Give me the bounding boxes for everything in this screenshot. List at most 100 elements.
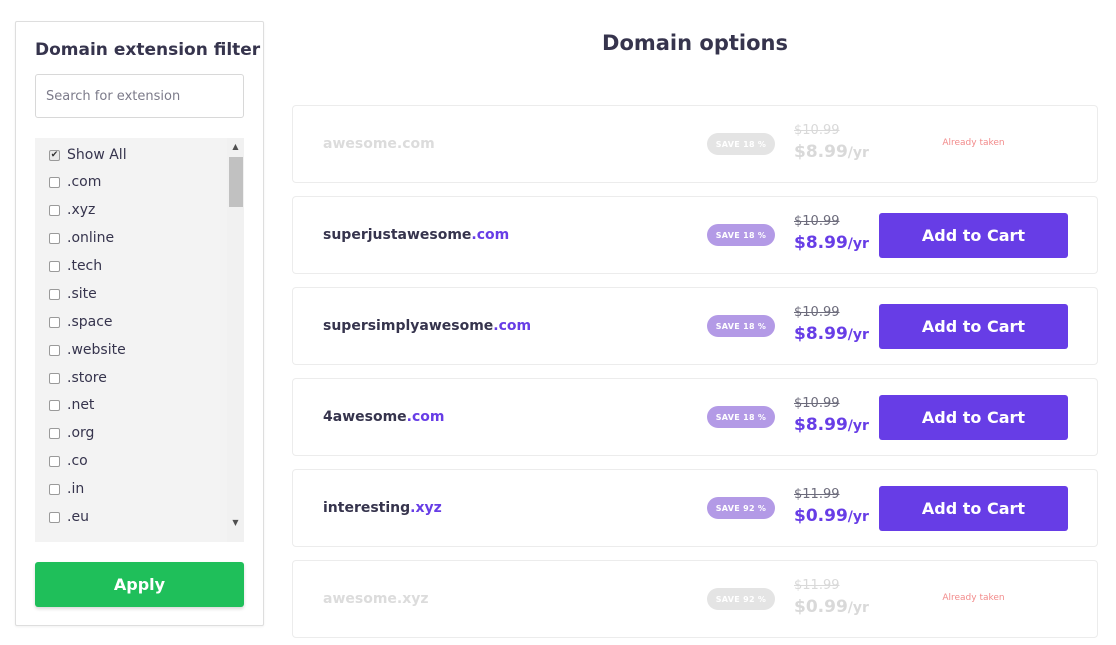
- filter-title: Domain extension filter: [35, 40, 261, 60]
- domain-tld: .xyz: [396, 591, 429, 607]
- extension-label: .online: [67, 230, 115, 246]
- add-to-cart-button[interactable]: Add to Cart: [879, 395, 1068, 440]
- extension-option-online[interactable]: .online: [49, 228, 114, 248]
- add-to-cart-button[interactable]: Add to Cart: [879, 486, 1068, 531]
- price-period: /yr: [847, 600, 869, 616]
- save-badge: SAVE 18 %: [707, 406, 775, 428]
- already-taken-label: Already taken: [942, 138, 1005, 148]
- extension-option-show-all[interactable]: ✔ Show All: [49, 145, 127, 165]
- extension-list-scrollbar[interactable]: ▲ ▼: [227, 138, 244, 542]
- extension-label: .site: [67, 286, 97, 302]
- save-badge: SAVE 18 %: [707, 315, 775, 337]
- domain-row: interesting .xyz SAVE 92 % $11.99 $0.99/y…: [292, 469, 1098, 547]
- save-badge: SAVE 92 %: [707, 497, 775, 519]
- extension-option-co[interactable]: .co: [49, 451, 88, 471]
- discounted-price: $8.99/yr: [794, 142, 869, 162]
- domain-tld: .com: [406, 409, 445, 425]
- domain-row: superjustawesome .com SAVE 18 % $10.99 $8…: [292, 196, 1098, 274]
- checkbox[interactable]: [49, 204, 60, 216]
- price-period: /yr: [847, 327, 869, 343]
- extension-label: .eu: [67, 509, 89, 525]
- extension-option-eu[interactable]: .eu: [49, 507, 89, 527]
- domain-name: supersimplyawesome .com: [323, 288, 531, 364]
- domain-name: 4awesome .com: [323, 379, 444, 455]
- save-badge: SAVE 18 %: [707, 224, 775, 246]
- extension-option-com[interactable]: .com: [49, 172, 101, 192]
- checkbox[interactable]: [49, 427, 60, 439]
- price-period: /yr: [847, 236, 869, 252]
- price-value: $8.99: [794, 415, 848, 435]
- checkbox[interactable]: [49, 232, 60, 244]
- save-badge: SAVE 92 %: [707, 588, 775, 610]
- checkbox[interactable]: [49, 344, 60, 356]
- extension-option-in[interactable]: .in: [49, 479, 84, 499]
- extension-label: .xyz: [67, 202, 96, 218]
- apply-button[interactable]: Apply: [35, 562, 244, 607]
- domain-row: 4awesome .com SAVE 18 % $10.99 $8.99/yr A…: [292, 378, 1098, 456]
- scroll-up-arrow-icon[interactable]: ▲: [227, 138, 244, 155]
- domain-label: superjustawesome: [323, 227, 472, 243]
- extension-search-input[interactable]: [35, 74, 244, 118]
- checkbox[interactable]: [49, 260, 60, 272]
- domain-label: interesting: [323, 500, 411, 516]
- checkbox[interactable]: [49, 511, 60, 523]
- domain-tld: .com: [493, 318, 532, 334]
- domain-row: awesome .xyz SAVE 92 % $11.99 $0.99/yr Al…: [292, 560, 1098, 638]
- discounted-price: $0.99/yr: [794, 506, 869, 526]
- checkbox[interactable]: [49, 288, 60, 300]
- add-to-cart-button[interactable]: Add to Cart: [879, 213, 1068, 258]
- scrollbar-thumb[interactable]: [229, 157, 243, 207]
- original-price: $11.99: [794, 578, 840, 593]
- domain-name: interesting .xyz: [323, 470, 442, 546]
- original-price: $10.99: [794, 123, 840, 138]
- original-price: $10.99: [794, 305, 840, 320]
- extension-label: .in: [67, 481, 85, 497]
- extension-option-space[interactable]: .space: [49, 312, 113, 332]
- extension-option-org[interactable]: .org: [49, 423, 94, 443]
- extension-option-xyz[interactable]: .xyz: [49, 200, 95, 220]
- domain-label: awesome: [323, 136, 397, 152]
- extension-option-tech[interactable]: .tech: [49, 256, 102, 276]
- price-value: $0.99: [794, 597, 848, 617]
- extension-option-store[interactable]: .store: [49, 368, 107, 388]
- checkbox-checked[interactable]: ✔: [49, 149, 60, 161]
- extension-label: .co: [67, 453, 88, 469]
- extension-option-site[interactable]: .site: [49, 284, 97, 304]
- domain-tld: .xyz: [410, 500, 442, 516]
- domain-label: 4awesome: [323, 409, 407, 425]
- price-value: $0.99: [794, 506, 848, 526]
- domain-row: awesome .com SAVE 18 % $10.99 $8.99/yr Al…: [292, 105, 1098, 183]
- checkbox[interactable]: [49, 483, 60, 495]
- extension-option-website[interactable]: .website: [49, 340, 126, 360]
- extension-filter-panel: Domain extension filter ✔ Show All .com …: [15, 21, 264, 626]
- extension-label: Show All: [67, 147, 127, 163]
- price-period: /yr: [847, 509, 869, 525]
- domain-tld: .com: [471, 227, 510, 243]
- discounted-price: $8.99/yr: [794, 324, 869, 344]
- price-value: $8.99: [794, 142, 848, 162]
- extension-list[interactable]: ✔ Show All .com .xyz .online .tech .site…: [35, 138, 244, 542]
- domain-name: superjustawesome .com: [323, 197, 509, 273]
- discounted-price: $8.99/yr: [794, 415, 869, 435]
- extension-label: .space: [67, 314, 113, 330]
- extension-label: .tech: [67, 258, 103, 274]
- original-price: $10.99: [794, 396, 840, 411]
- save-badge: SAVE 18 %: [707, 133, 775, 155]
- checkbox[interactable]: [49, 316, 60, 328]
- price-value: $8.99: [794, 324, 848, 344]
- domain-name: awesome .xyz: [323, 561, 429, 637]
- already-taken-label: Already taken: [942, 593, 1005, 603]
- extension-label: .com: [67, 174, 102, 190]
- checkbox[interactable]: [49, 399, 60, 411]
- extension-option-net[interactable]: .net: [49, 395, 94, 415]
- checkbox[interactable]: [49, 455, 60, 467]
- checkbox[interactable]: [49, 176, 60, 188]
- original-price: $11.99: [794, 487, 840, 502]
- page-title: Domain options: [602, 31, 788, 55]
- discounted-price: $0.99/yr: [794, 597, 869, 617]
- domain-tld: .com: [396, 136, 435, 152]
- add-to-cart-button[interactable]: Add to Cart: [879, 304, 1068, 349]
- extension-label: .store: [67, 370, 107, 386]
- scroll-down-arrow-icon[interactable]: ▼: [227, 514, 244, 531]
- checkbox[interactable]: [49, 372, 60, 384]
